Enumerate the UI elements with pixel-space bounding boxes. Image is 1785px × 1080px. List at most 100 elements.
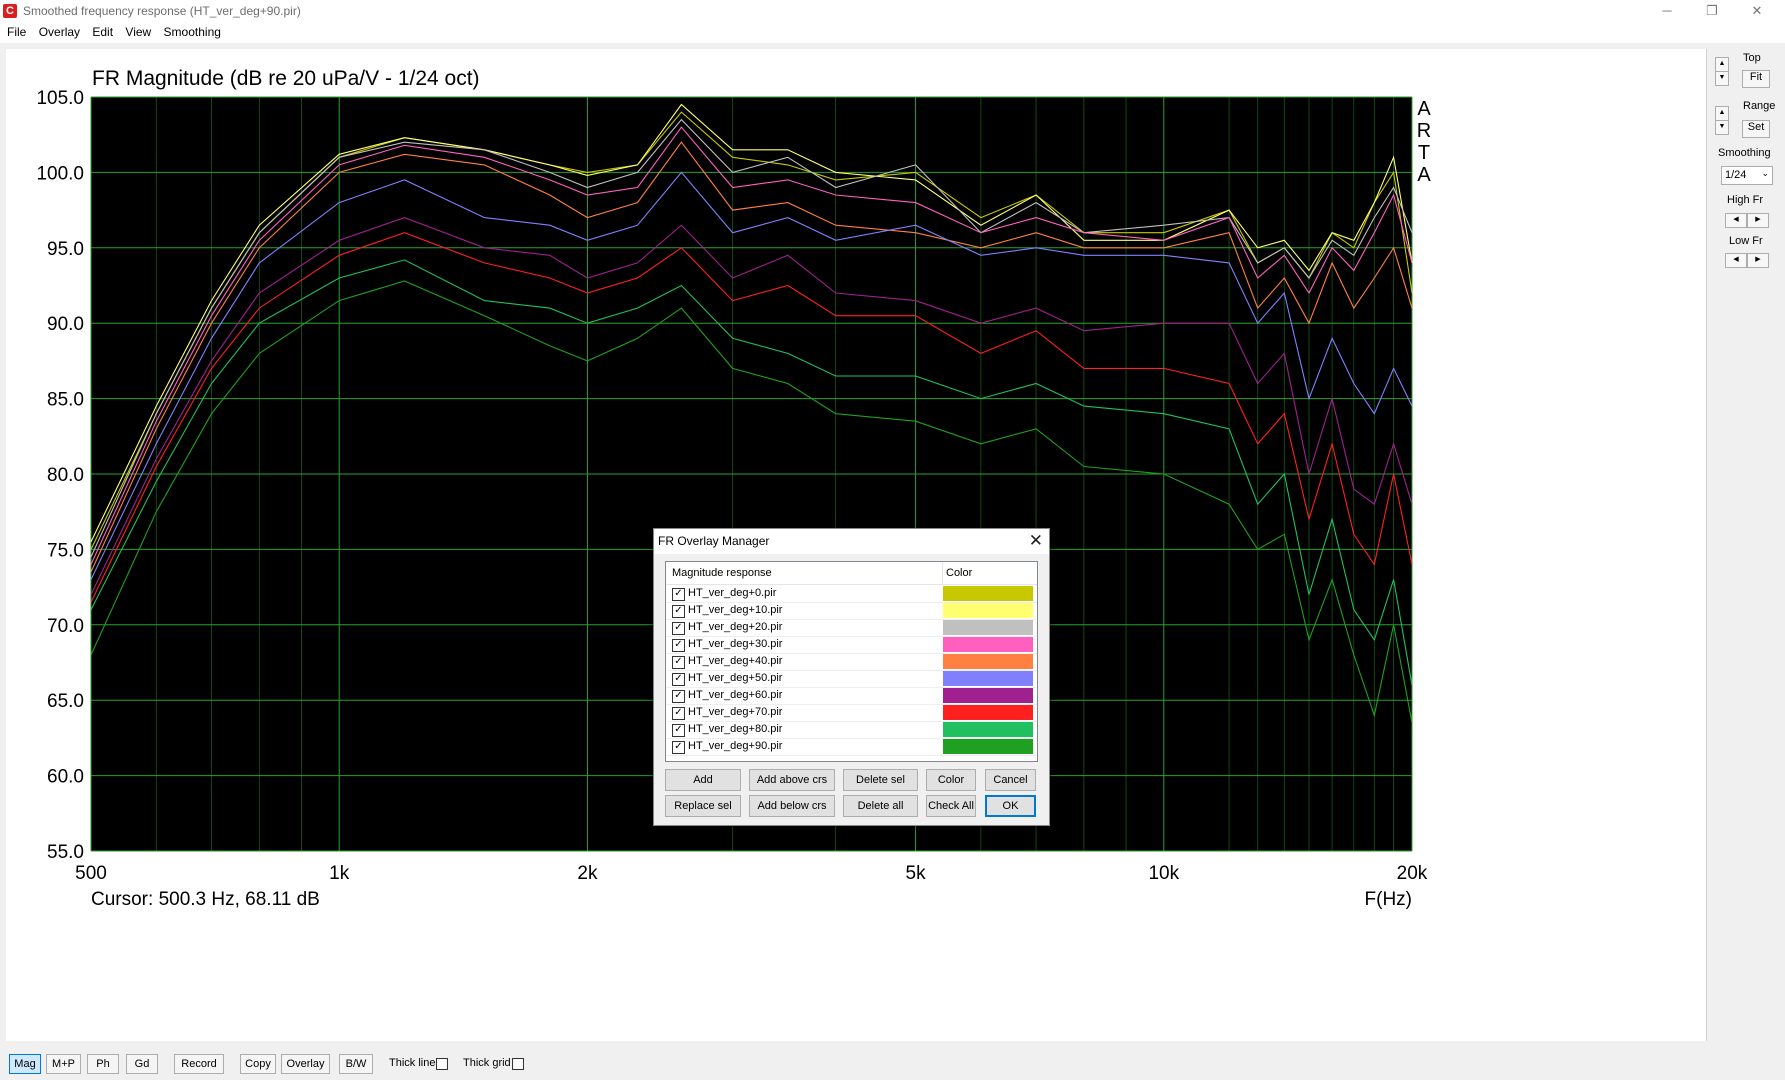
menu-file[interactable]: File [0, 23, 26, 39]
color-swatch[interactable] [943, 620, 1033, 635]
menu-bar: File Overlay Edit View Smoothing [0, 23, 1785, 43]
list-item[interactable]: ✓ HT_ver_deg+80.pir [666, 721, 1037, 739]
top-down-spin[interactable]: ▼ [1715, 71, 1729, 86]
overlay-list[interactable]: Magnitude response Color ✓ HT_ver_deg+0.p… [665, 561, 1038, 762]
set-button[interactable]: Set [1742, 120, 1770, 138]
range-up-spin[interactable]: ▲ [1715, 106, 1729, 121]
color-swatch[interactable] [943, 722, 1033, 737]
color-button[interactable]: Color [926, 769, 976, 791]
gd-button[interactable]: Gd [126, 1054, 158, 1074]
bw-button[interactable]: B/W [339, 1054, 373, 1074]
list-item[interactable]: ✓ HT_ver_deg+90.pir [666, 738, 1037, 756]
low-fr-left-button[interactable]: ◀ [1725, 253, 1747, 268]
list-item[interactable]: ✓ HT_ver_deg+60.pir [666, 687, 1037, 705]
row-checkbox[interactable]: ✓ [672, 622, 685, 635]
add-above-crs-button[interactable]: Add above crs [749, 769, 835, 791]
smoothing-label: Smoothing [1718, 147, 1771, 159]
row-checkbox[interactable]: ✓ [672, 656, 685, 669]
add-button[interactable]: Add [665, 769, 741, 791]
color-swatch[interactable] [943, 603, 1033, 618]
row-checkbox[interactable]: ✓ [672, 588, 685, 601]
x-tick-label: 2k [577, 863, 598, 884]
row-checkbox[interactable]: ✓ [672, 639, 685, 652]
smoothing-select[interactable]: 1/24 ⌄ [1721, 166, 1773, 185]
y-tick-label: 55.0 [47, 842, 84, 863]
row-checkbox[interactable]: ✓ [672, 707, 685, 720]
ph-button[interactable]: Ph [87, 1054, 119, 1074]
menu-overlay[interactable]: Overlay [32, 23, 80, 39]
color-swatch[interactable] [943, 739, 1033, 754]
close-icon[interactable]: ✕ [1029, 531, 1043, 551]
row-checkbox[interactable]: ✓ [672, 690, 685, 703]
check-all-button[interactable]: Check All [926, 795, 976, 817]
minimize-button[interactable]: ─ [1647, 0, 1687, 22]
menu-edit[interactable]: Edit [85, 23, 113, 39]
thick-line-label: Thick line [389, 1057, 436, 1069]
low-fr-right-button[interactable]: ▶ [1747, 253, 1769, 268]
chevron-down-icon: ⌄ [1761, 168, 1769, 178]
row-checkbox[interactable]: ✓ [672, 741, 685, 754]
y-tick-label: 85.0 [47, 390, 84, 411]
list-item[interactable]: ✓ HT_ver_deg+30.pir [666, 636, 1037, 654]
range-down-spin[interactable]: ▼ [1715, 120, 1729, 135]
list-item[interactable]: ✓ HT_ver_deg+0.pir [666, 585, 1037, 603]
list-item[interactable]: ✓ HT_ver_deg+20.pir [666, 619, 1037, 637]
cursor-readout: Cursor: 500.3 Hz, 68.11 dB [91, 889, 320, 910]
arta-watermark-letter: R [1417, 120, 1431, 142]
y-tick-label: 65.0 [47, 691, 84, 712]
y-tick-label: 100.0 [36, 163, 84, 184]
list-item[interactable]: ✓ HT_ver_deg+50.pir [666, 670, 1037, 688]
app-icon: C [3, 4, 17, 18]
menu-view[interactable]: View [118, 23, 151, 39]
y-tick-label: 90.0 [47, 314, 84, 335]
list-header: Magnitude response Color [666, 562, 1037, 585]
row-filename: HT_ver_deg+70.pir [688, 706, 783, 718]
title-bar: C Smoothed frequency response (HT_ver_de… [0, 0, 1785, 23]
fit-button[interactable]: Fit [1742, 70, 1770, 88]
row-filename: HT_ver_deg+20.pir [688, 621, 783, 633]
delete-sel-button[interactable]: Delete sel [843, 769, 918, 791]
overlay-button[interactable]: Overlay [281, 1054, 330, 1074]
high-fr-label: High Fr [1727, 194, 1764, 206]
copy-button[interactable]: Copy [240, 1054, 276, 1074]
row-filename: HT_ver_deg+10.pir [688, 604, 783, 616]
y-tick-label: 60.0 [47, 767, 84, 788]
list-item[interactable]: ✓ HT_ver_deg+40.pir [666, 653, 1037, 671]
list-item[interactable]: ✓ HT_ver_deg+70.pir [666, 704, 1037, 722]
high-fr-right-button[interactable]: ▶ [1747, 213, 1769, 228]
top-up-spin[interactable]: ▲ [1715, 57, 1729, 72]
add-below-crs-button[interactable]: Add below crs [749, 795, 835, 817]
row-checkbox[interactable]: ✓ [672, 673, 685, 686]
record-button[interactable]: Record [174, 1054, 224, 1074]
list-item[interactable]: ✓ HT_ver_deg+10.pir [666, 602, 1037, 620]
thick-grid-checkbox[interactable] [512, 1058, 524, 1070]
restore-button[interactable]: ❐ [1692, 0, 1732, 22]
m-plus-p-button[interactable]: M+P [46, 1054, 81, 1074]
cancel-button[interactable]: Cancel [985, 769, 1036, 791]
color-swatch[interactable] [943, 705, 1033, 720]
fr-overlay-manager-dialog: FR Overlay Manager ✕ Magnitude response … [653, 528, 1050, 826]
delete-all-button[interactable]: Delete all [843, 795, 918, 817]
row-checkbox[interactable]: ✓ [672, 724, 685, 737]
ok-button[interactable]: OK [985, 795, 1036, 817]
color-swatch[interactable] [943, 671, 1033, 686]
high-fr-left-button[interactable]: ◀ [1725, 213, 1747, 228]
y-tick-label: 75.0 [47, 540, 84, 561]
x-tick-label: 5k [906, 863, 927, 884]
menu-smoothing[interactable]: Smoothing [157, 23, 221, 39]
x-tick-label: 10k [1148, 863, 1179, 884]
row-filename: HT_ver_deg+40.pir [688, 655, 783, 667]
mag-button[interactable]: Mag [9, 1054, 41, 1074]
thick-line-checkbox[interactable] [436, 1058, 448, 1070]
column-header-color[interactable]: Color [946, 567, 972, 579]
color-swatch[interactable] [943, 586, 1033, 601]
row-checkbox[interactable]: ✓ [672, 605, 685, 618]
color-swatch[interactable] [943, 637, 1033, 652]
column-header-magnitude[interactable]: Magnitude response [672, 567, 772, 579]
color-swatch[interactable] [943, 688, 1033, 703]
chart-title: FR Magnitude (dB re 20 uPa/V - 1/24 oct) [92, 67, 480, 90]
close-window-button[interactable]: ✕ [1737, 0, 1777, 22]
color-swatch[interactable] [943, 654, 1033, 669]
dialog-title-bar: FR Overlay Manager ✕ [654, 529, 1049, 554]
replace-sel-button[interactable]: Replace sel [665, 795, 741, 817]
